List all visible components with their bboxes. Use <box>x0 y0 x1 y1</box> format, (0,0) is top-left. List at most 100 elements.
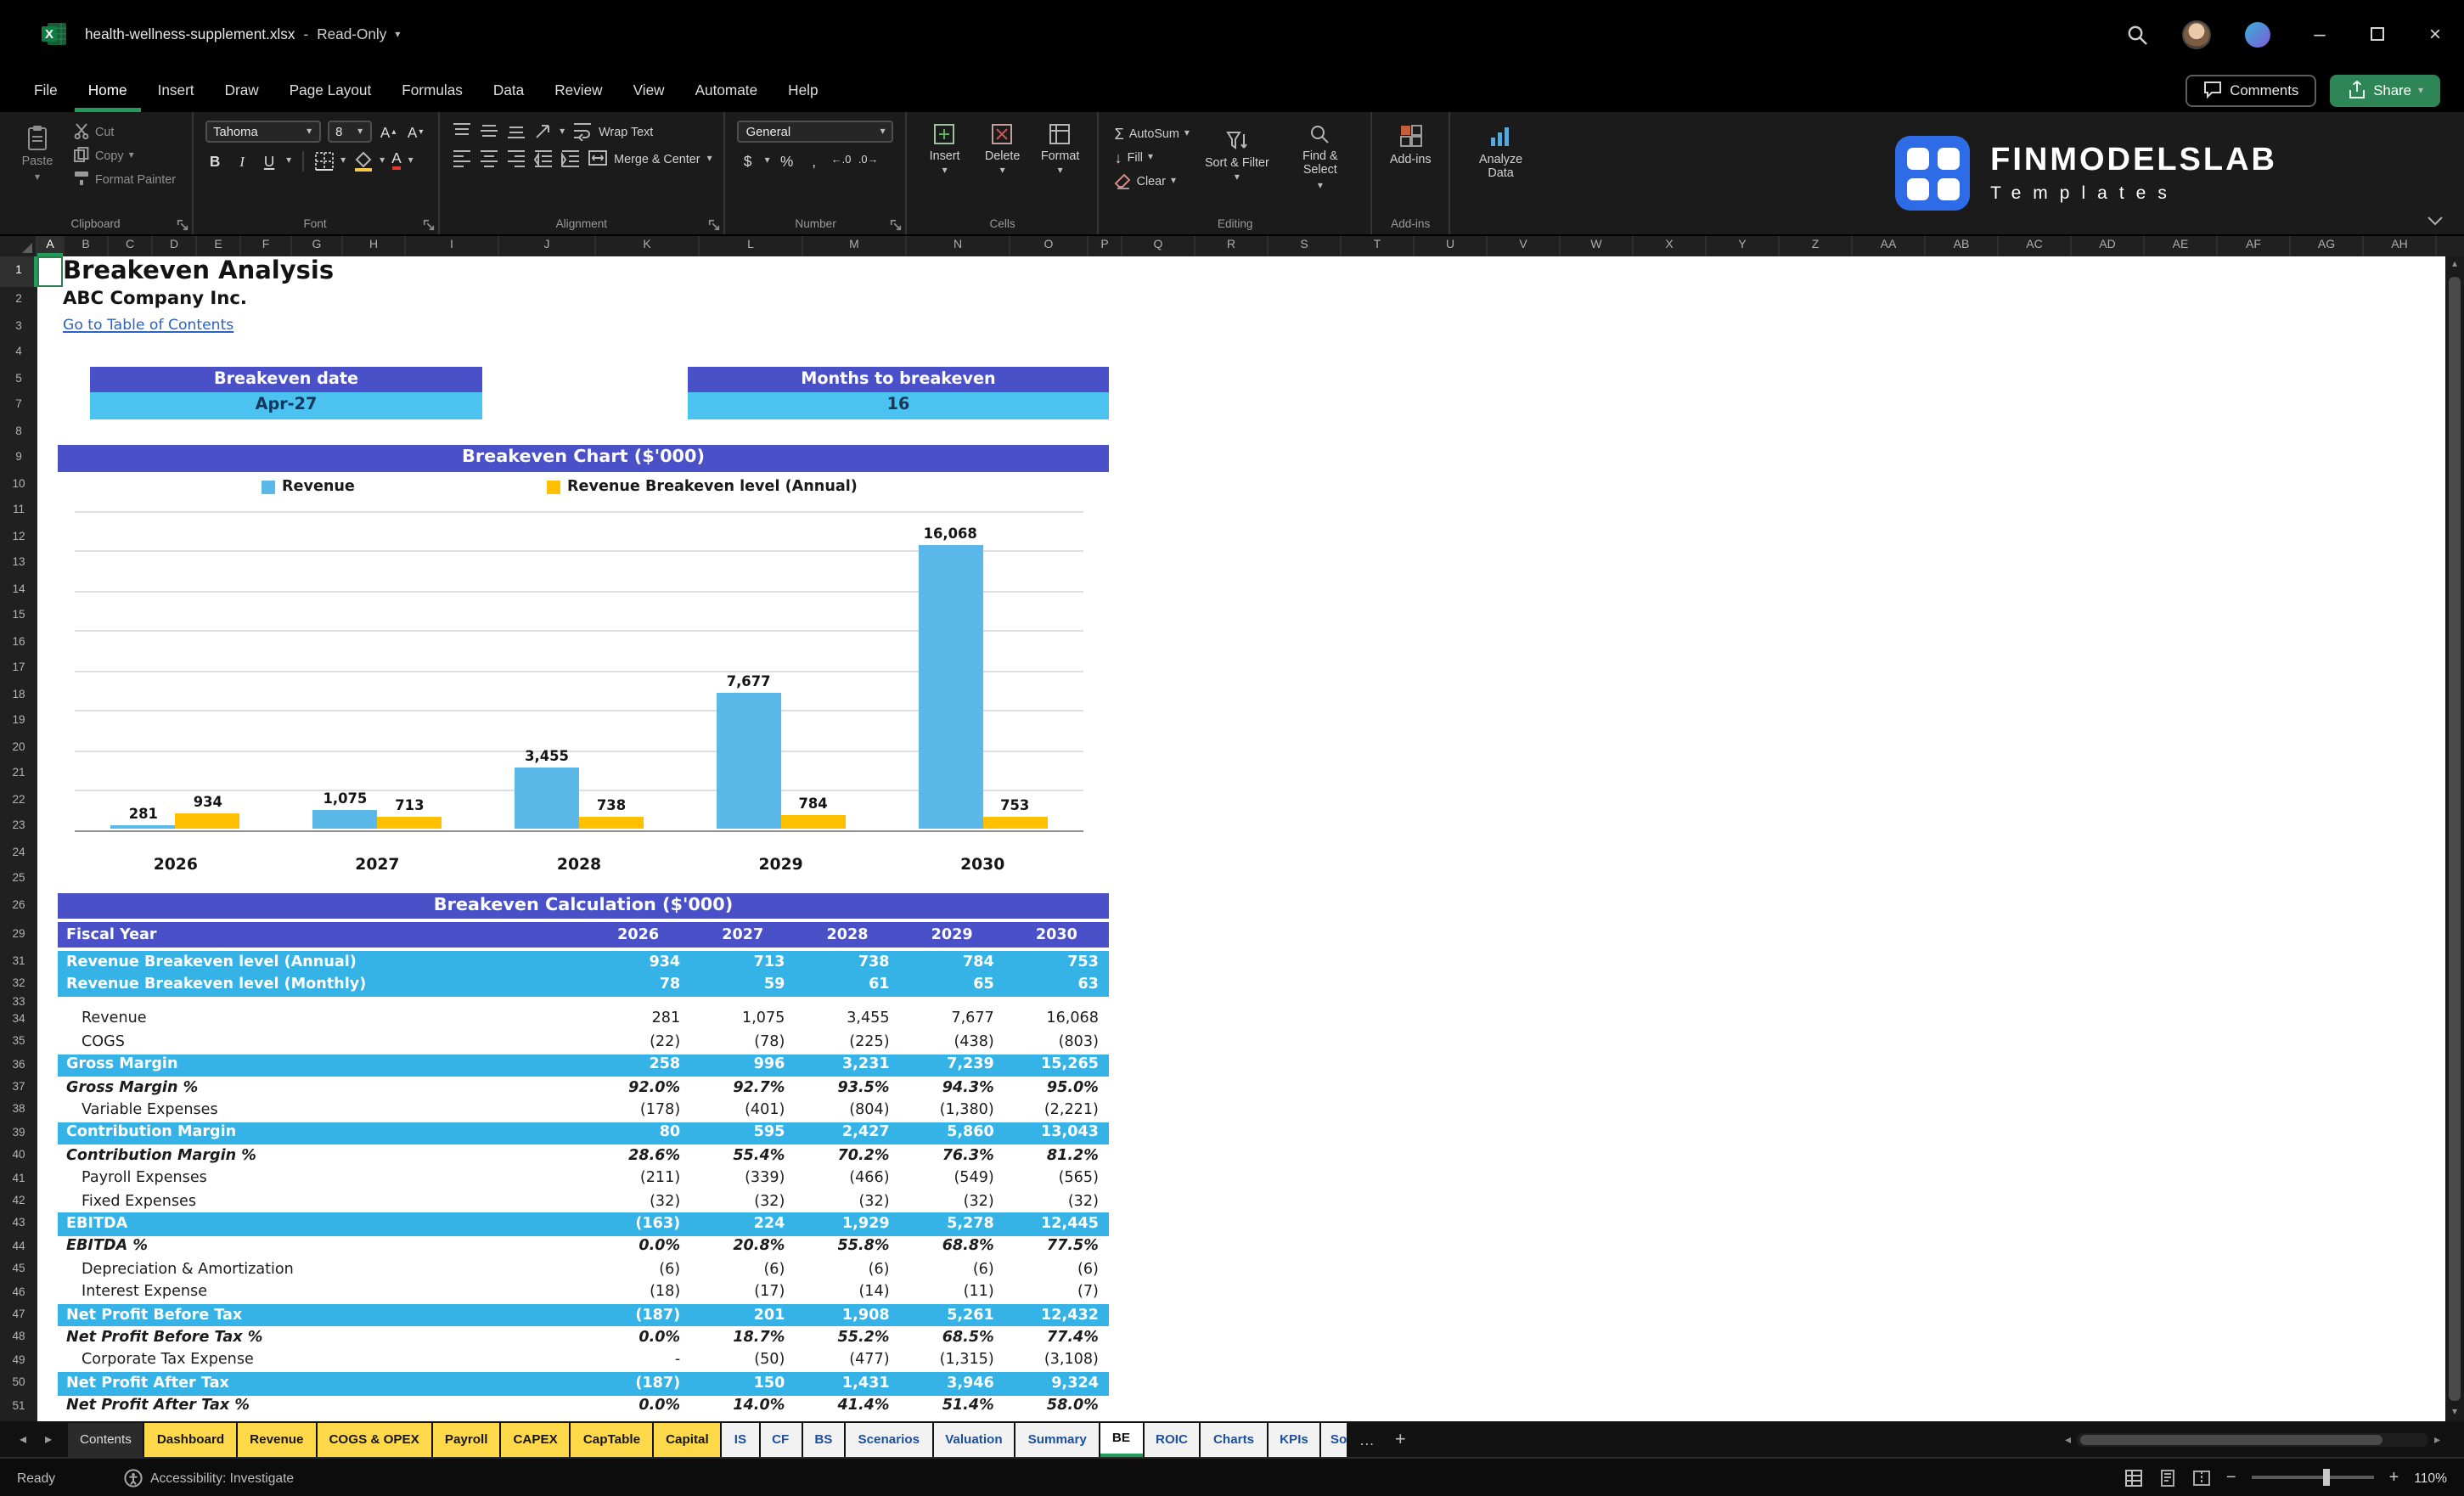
shrink-font-button[interactable]: A ▾ <box>405 121 425 143</box>
menu-insert[interactable]: Insert <box>144 68 208 112</box>
menu-home[interactable]: Home <box>75 68 141 112</box>
borders-icon[interactable] <box>313 150 334 171</box>
row-header-49[interactable]: 49 <box>0 1350 37 1373</box>
align-middle-icon[interactable] <box>478 121 498 141</box>
cell[interactable]: (14) <box>795 1285 899 1302</box>
table-row-44[interactable]: EBITDA % 0.0% 20.8% 55.8% 68.8% 77.5% <box>58 1236 1109 1259</box>
minimize-button[interactable]: – <box>2291 0 2349 68</box>
column-header-AC[interactable]: AC <box>1999 236 2072 256</box>
number-dialog-launcher[interactable] <box>891 219 903 231</box>
cell[interactable]: 68.5% <box>900 1330 1004 1347</box>
row-header-44[interactable]: 44 <box>0 1236 37 1259</box>
globe-icon[interactable] <box>2245 21 2270 47</box>
cell[interactable]: 2029 <box>900 926 1004 943</box>
sheet-tab-capital[interactable]: Capital <box>654 1422 721 1456</box>
row-header-45[interactable]: 45 <box>0 1258 37 1281</box>
autosum-button[interactable]: Σ AutoSum ▾ <box>1111 123 1193 143</box>
cell[interactable]: (17) <box>690 1285 795 1302</box>
zoom-slider-thumb[interactable] <box>2322 1469 2330 1486</box>
cell[interactable]: (2,221) <box>1004 1102 1109 1119</box>
column-header-E[interactable]: E <box>197 236 241 256</box>
column-header-AF[interactable]: AF <box>2218 236 2291 256</box>
align-center-icon[interactable] <box>478 148 498 168</box>
cell[interactable]: 9,324 <box>1004 1375 1109 1392</box>
document-title[interactable]: health-wellness-supplement.xlsx - Read-O… <box>85 25 400 42</box>
row-header-10[interactable]: 10 <box>0 471 37 498</box>
cell[interactable]: (803) <box>1004 1034 1109 1051</box>
cell[interactable]: 1,929 <box>795 1216 899 1233</box>
column-header-C[interactable]: C <box>109 236 153 256</box>
analyze-data-button[interactable]: Analyze Data <box>1462 121 1540 183</box>
accounting-format-button[interactable]: $ <box>738 149 758 172</box>
cell[interactable]: 2,427 <box>795 1125 899 1142</box>
number-format-select[interactable]: General ▾ <box>737 121 894 143</box>
decrease-decimal-button[interactable]: .0→ <box>858 149 879 172</box>
format-painter-button[interactable]: Format Painter <box>70 168 179 188</box>
cell[interactable]: (6) <box>586 1262 690 1279</box>
column-header-U[interactable]: U <box>1415 236 1488 256</box>
row-header-47[interactable]: 47 <box>0 1304 37 1327</box>
column-header-AH[interactable]: AH <box>2364 236 2437 256</box>
table-row-49[interactable]: Corporate Tax Expense - (50) (477) (1,315) (3… <box>58 1350 1109 1373</box>
sheet-tab-be[interactable]: BE <box>1100 1422 1142 1456</box>
vertical-scroll-thumb[interactable] <box>2449 277 2461 1401</box>
cell[interactable]: (32) <box>1004 1193 1109 1210</box>
column-header-P[interactable]: P <box>1089 236 1122 256</box>
table-row-35[interactable]: COGS (22) (78) (225) (438) (803) <box>58 1031 1109 1054</box>
cell[interactable]: 61 <box>795 976 899 993</box>
cell[interactable]: 93.5% <box>795 1079 899 1096</box>
copy-button[interactable]: Copy ▾ <box>70 144 179 165</box>
column-header-M[interactable]: M <box>803 236 907 256</box>
cell[interactable]: 28.6% <box>586 1148 690 1165</box>
cell[interactable]: (549) <box>900 1171 1004 1188</box>
cell[interactable]: 55.2% <box>795 1330 899 1347</box>
wrap-text-icon[interactable] <box>571 121 592 141</box>
cell[interactable]: 934 <box>586 953 690 970</box>
cell[interactable]: 12,445 <box>1004 1216 1109 1233</box>
zoom-slider[interactable] <box>2251 1469 2374 1486</box>
sheet-tab-bs[interactable]: BS <box>802 1422 845 1456</box>
font-size-select[interactable]: 8 ▾ <box>327 121 372 143</box>
cell[interactable]: 81.2% <box>1004 1148 1109 1165</box>
cell[interactable]: - <box>586 1353 690 1369</box>
sheet-tab-roic[interactable]: ROIC <box>1144 1422 1200 1456</box>
cell[interactable]: (32) <box>586 1193 690 1210</box>
insert-cells-button[interactable]: Insert ▾ <box>920 121 970 180</box>
row-header-23[interactable]: 23 <box>0 813 37 840</box>
row-header-51[interactable]: 51 <box>0 1395 37 1418</box>
cell[interactable]: 78 <box>586 976 690 993</box>
table-row-43[interactable]: EBITDA (163) 224 1,929 5,278 12,445 <box>58 1212 1109 1236</box>
cell[interactable]: 224 <box>690 1216 795 1233</box>
table-row-38[interactable]: Variable Expenses (178) (401) (804) (1,380)(… <box>58 1100 1109 1122</box>
percent-style-button[interactable]: % <box>777 149 797 172</box>
row-header-42[interactable]: 42 <box>0 1190 37 1213</box>
row-header-25[interactable]: 25 <box>0 866 37 892</box>
breakeven-chart[interactable]: Revenue Revenue Breakeven level (Annual) 2… <box>58 471 1109 892</box>
row-header-36[interactable]: 36 <box>0 1054 37 1077</box>
row-header-32[interactable]: 32 <box>0 974 37 997</box>
cell[interactable]: (78) <box>690 1034 795 1051</box>
cell[interactable]: 92.0% <box>586 1079 690 1096</box>
cell[interactable]: (477) <box>795 1353 899 1369</box>
cell[interactable]: (32) <box>690 1193 795 1210</box>
table-row-48[interactable]: Net Profit Before Tax % 0.0% 18.7% 55.2% 68.… <box>58 1327 1109 1350</box>
user-avatar[interactable] <box>2182 20 2211 48</box>
cell[interactable]: (22) <box>586 1034 690 1051</box>
column-header-I[interactable]: I <box>406 236 499 256</box>
cell[interactable]: 150 <box>690 1375 795 1392</box>
fill-color-icon[interactable] <box>352 150 373 171</box>
sheet-tab-scenarios[interactable]: Scenarios <box>846 1422 932 1456</box>
sort-filter-button[interactable]: Sort & Filter ▾ <box>1200 127 1274 187</box>
cell[interactable]: (466) <box>795 1171 899 1188</box>
row-header-17[interactable]: 17 <box>0 655 37 682</box>
cell[interactable]: 2030 <box>1004 926 1109 943</box>
page-layout-view-icon[interactable] <box>2158 1468 2177 1487</box>
increase-indent-icon[interactable] <box>560 148 580 168</box>
cell[interactable]: (225) <box>795 1034 899 1051</box>
row-header-24[interactable]: 24 <box>0 840 37 866</box>
cell[interactable]: 738 <box>795 953 899 970</box>
sheet-tabs-overflow[interactable]: … <box>1349 1431 1385 1448</box>
cell[interactable]: 2026 <box>586 926 690 943</box>
cell[interactable]: 258 <box>586 1057 690 1074</box>
row-header-31[interactable]: 31 <box>0 951 37 974</box>
